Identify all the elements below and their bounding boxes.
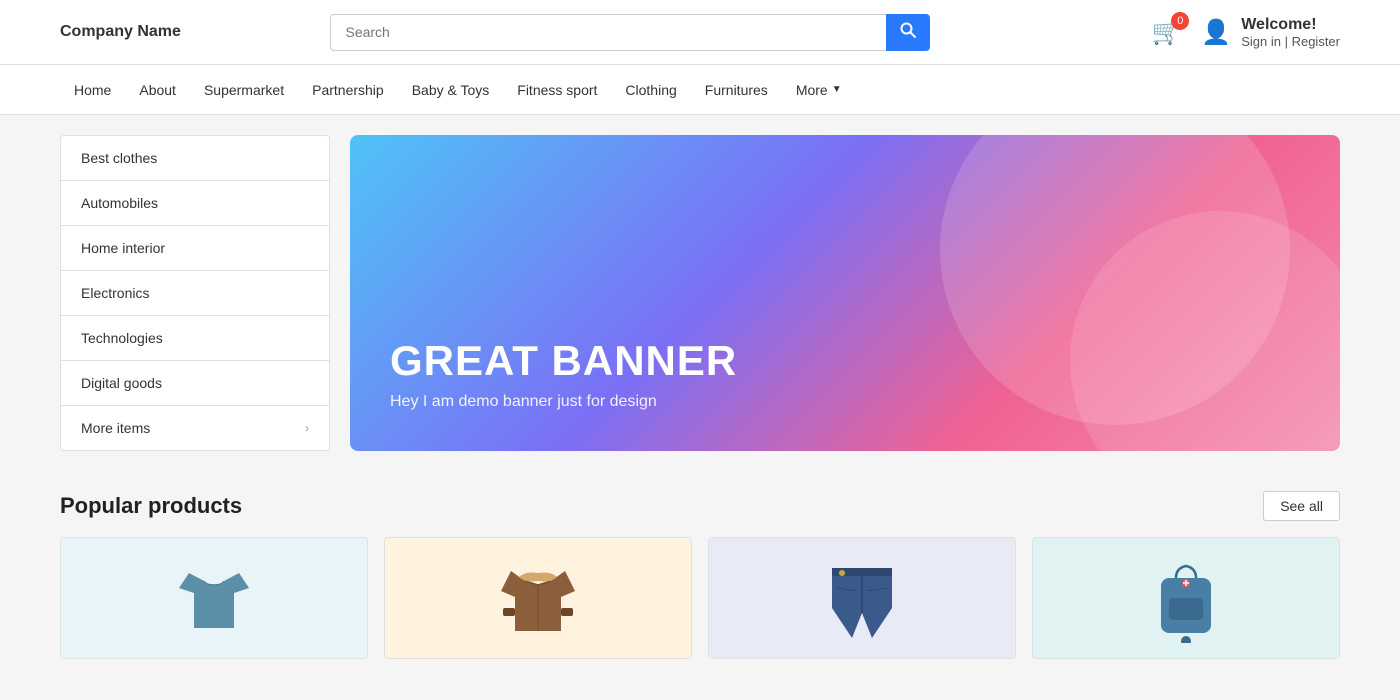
logo: Company Name [60, 23, 220, 41]
product-image-jeans [709, 538, 1015, 658]
search-input[interactable] [330, 14, 886, 51]
sidebar-item-electronics[interactable]: Electronics [61, 271, 329, 316]
navigation: Home About Supermarket Partnership Baby … [0, 65, 1400, 115]
chevron-down-icon: ▼ [832, 84, 842, 95]
sidebar-item-more-items[interactable]: More items › [61, 406, 329, 450]
product-card-jeans[interactable] [708, 537, 1016, 659]
welcome-block: Welcome! Sign in | Register [1241, 16, 1340, 49]
user-area: 👤 Welcome! Sign in | Register [1201, 16, 1340, 49]
see-all-button[interactable]: See all [1263, 491, 1340, 521]
main-content: Best clothes Automobiles Home interior E… [0, 115, 1400, 471]
products-grid [60, 537, 1340, 659]
banner: GREAT BANNER Hey I am demo banner just f… [350, 135, 1340, 451]
welcome-title: Welcome! [1241, 16, 1340, 34]
product-image-shirt [61, 538, 367, 658]
sidebar-item-automobiles[interactable]: Automobiles [61, 181, 329, 226]
product-card-jacket[interactable] [384, 537, 692, 659]
banner-text: GREAT BANNER Hey I am demo banner just f… [390, 337, 737, 411]
header: Company Name 🛒 0 👤 Welcome! Sign in | Re… [0, 0, 1400, 65]
nav-item-more[interactable]: More ▼ [782, 65, 856, 114]
product-card-bag[interactable] [1032, 537, 1340, 659]
nav-item-furnitures[interactable]: Furnitures [691, 65, 782, 114]
nav-item-about[interactable]: About [125, 65, 190, 114]
nav-item-baby-toys[interactable]: Baby & Toys [398, 65, 504, 114]
search-button[interactable] [886, 14, 930, 51]
popular-title: Popular products [60, 493, 242, 519]
nav-item-clothing[interactable]: Clothing [611, 65, 690, 114]
cart-button[interactable]: 🛒 0 [1151, 18, 1181, 47]
sign-links[interactable]: Sign in | Register [1241, 34, 1340, 49]
sidebar-item-home-interior[interactable]: Home interior [61, 226, 329, 271]
product-image-jacket [385, 538, 691, 658]
nav-item-fitness[interactable]: Fitness sport [503, 65, 611, 114]
cart-badge: 0 [1171, 12, 1189, 30]
banner-subtitle: Hey I am demo banner just for design [390, 393, 737, 411]
popular-header: Popular products See all [60, 491, 1340, 521]
sidebar-item-best-clothes[interactable]: Best clothes [61, 136, 329, 181]
product-card-shirt[interactable] [60, 537, 368, 659]
sidebar-item-digital-goods[interactable]: Digital goods [61, 361, 329, 406]
nav-item-home[interactable]: Home [60, 65, 125, 114]
search-icon [900, 22, 916, 38]
nav-item-partnership[interactable]: Partnership [298, 65, 398, 114]
header-right: 🛒 0 👤 Welcome! Sign in | Register [1151, 16, 1340, 49]
search-bar [330, 14, 930, 51]
nav-item-supermarket[interactable]: Supermarket [190, 65, 298, 114]
popular-section: Popular products See all [0, 471, 1400, 689]
sidebar-item-technologies[interactable]: Technologies [61, 316, 329, 361]
product-image-bag [1033, 538, 1339, 658]
chevron-right-icon: › [305, 421, 309, 435]
sidebar: Best clothes Automobiles Home interior E… [60, 135, 330, 451]
user-icon: 👤 [1201, 18, 1231, 47]
banner-title: GREAT BANNER [390, 337, 737, 385]
